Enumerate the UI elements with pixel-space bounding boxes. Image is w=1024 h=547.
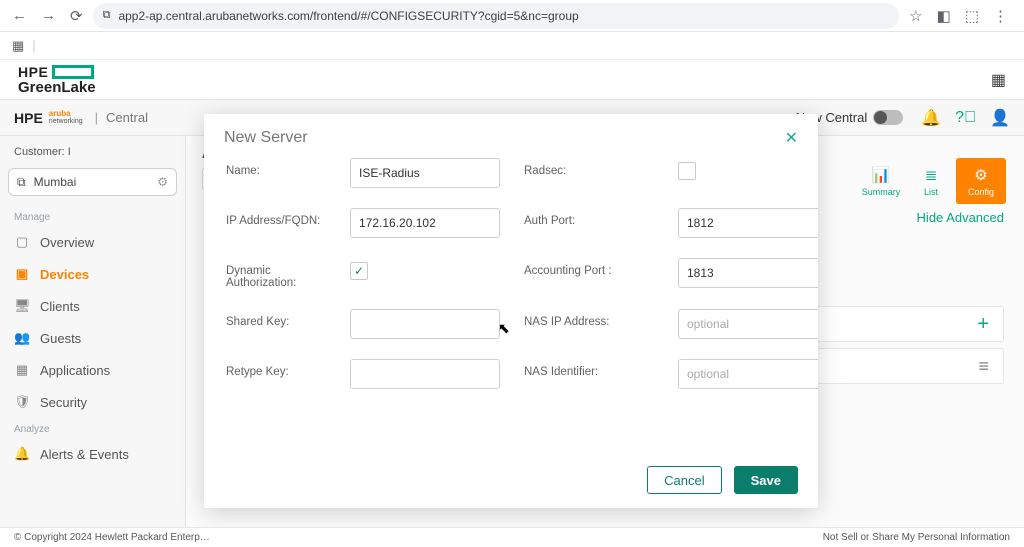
ip-input[interactable] [350,208,500,238]
label-name: Name: [226,158,326,177]
label-ip: IP Address/FQDN: [226,208,326,227]
label-shared-key: Shared Key: [226,309,326,328]
back-icon[interactable]: ← [12,7,27,24]
check-icon: ✓ [354,264,364,278]
retype-key-input[interactable] [350,359,500,389]
shared-key-input[interactable] [350,309,500,339]
cancel-label: Cancel [664,473,704,488]
hpe-logo-text: HPE [18,65,48,79]
name-input[interactable] [350,158,500,188]
page-footer: © Copyright 2024 Hewlett Packard Enterp…… [0,527,1024,547]
label-dyn-auth: Dynamic Authorization: [226,258,326,289]
label-auth-port: Auth Port: [524,208,654,227]
privacy-link[interactable]: Not Sell or Share My Personal Informatio… [823,532,1010,543]
site-info-icon[interactable]: ⧉ [103,9,111,22]
kebab-icon[interactable]: ⋮ [993,7,1008,25]
browser-chrome: ← → ⟳ ⧉ app2-ap.central.arubanetworks.co… [0,0,1024,32]
modal-title: New Server [224,129,308,147]
label-acct-port: Accounting Port : [524,258,654,277]
nas-ip-input[interactable] [678,309,818,339]
nas-id-input[interactable] [678,359,818,389]
secondary-bar: ▦ | [0,32,1024,60]
dyn-auth-checkbox[interactable]: ✓ [350,262,368,280]
greenlake-brand: HPE GreenLake [18,65,96,95]
close-icon[interactable]: ✕ [785,128,798,148]
radsec-checkbox[interactable] [678,162,696,180]
apps-grid-icon[interactable]: ▦ [991,70,1006,90]
address-bar[interactable]: ⧉ app2-ap.central.arubanetworks.com/fron… [93,3,900,29]
label-nas-id: NAS Identifier: [524,359,654,378]
label-radsec: Radsec: [524,158,654,177]
acct-port-input[interactable] [678,258,818,288]
url-text: app2-ap.central.arubanetworks.com/fronte… [118,9,578,23]
greenlake-name: GreenLake [18,80,96,95]
cancel-button[interactable]: Cancel [647,466,721,494]
copyright-text: © Copyright 2024 Hewlett Packard Enterp… [14,532,210,543]
save-button[interactable]: Save [734,466,798,494]
new-server-modal: New Server ✕ Name: Radsec: IP Address/FQ… [204,114,818,508]
extension-icon[interactable]: ◧ [937,7,951,25]
apps-icon[interactable]: ▦ [12,38,24,54]
save-label: Save [751,473,781,488]
hpe-logo-rect [52,65,94,79]
modal-body: Name: Radsec: IP Address/FQDN: Auth Port… [204,152,818,456]
forward-icon[interactable]: → [41,7,56,24]
reload-icon[interactable]: ⟳ [70,7,83,25]
greenlake-header: HPE GreenLake ▦ [0,60,1024,100]
modal-footer: Cancel Save [204,456,818,508]
label-nas-ip: NAS IP Address: [524,309,654,328]
star-icon[interactable]: ☆ [909,7,922,25]
label-retype-key: Retype Key: [226,359,326,378]
auth-port-input[interactable] [678,208,818,238]
puzzle-icon[interactable]: ⬚ [965,7,979,25]
